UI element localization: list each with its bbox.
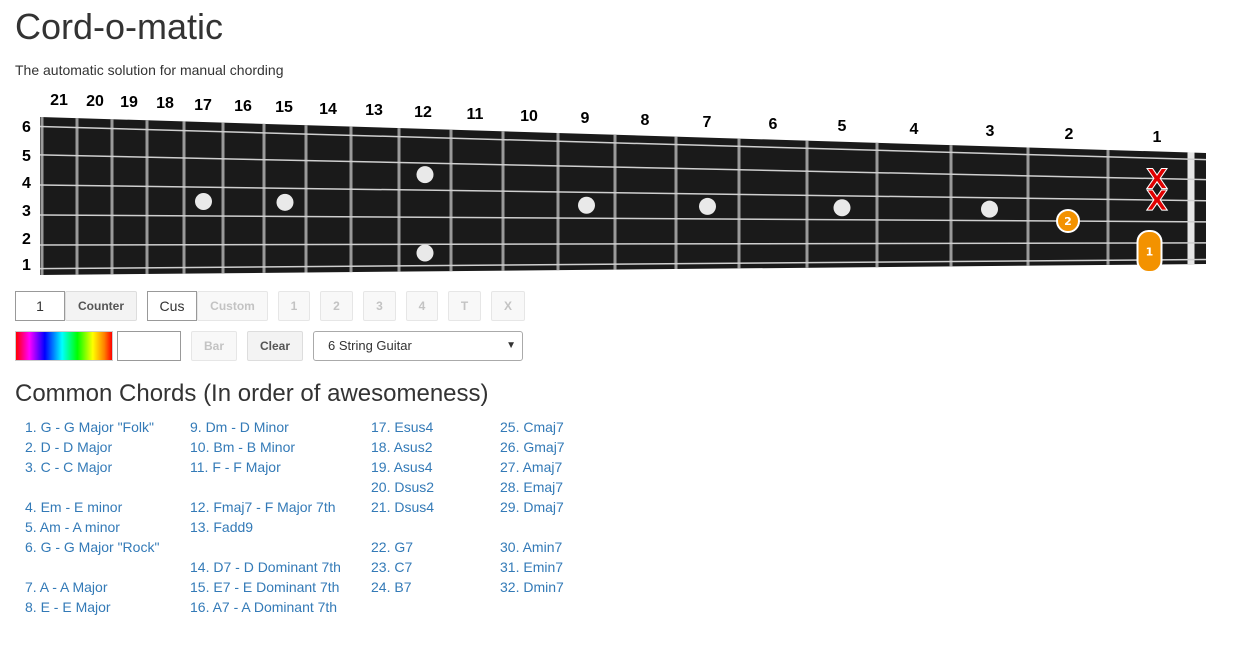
fret-inlay-dot (276, 193, 294, 211)
chord-link[interactable]: 32. Dmin7 (500, 577, 565, 597)
chord-link[interactable]: 4. Em - E minor (25, 497, 159, 517)
chord-list-spacer (190, 477, 341, 497)
chord-link[interactable]: 26. Gmaj7 (500, 437, 565, 457)
chord-link[interactable]: 9. Dm - D Minor (190, 417, 341, 437)
chord-link[interactable]: 25. Cmaj7 (500, 417, 565, 437)
fret-inlay-dot (578, 196, 595, 214)
chord-list-spacer (190, 537, 341, 557)
chord-link[interactable]: 22. G7 (371, 537, 434, 557)
finger-2-button[interactable]: 2 (320, 291, 353, 321)
chord-list-spacer (25, 557, 159, 577)
mute-button[interactable]: X (491, 291, 525, 321)
chords-column-1: 1. G - G Major "Folk" 2. D - D Major 3. C … (25, 417, 159, 617)
color-spectrum-picker[interactable] (15, 331, 113, 361)
chord-link[interactable]: 23. C7 (371, 557, 434, 577)
custom-input[interactable]: Cus (147, 291, 197, 321)
chord-link[interactable]: 3. C - C Major (25, 457, 159, 477)
fret-inlay-dot (981, 200, 998, 218)
fret-inlay-dot (416, 244, 434, 262)
chord-link[interactable]: 16. A7 - A Dominant 7th (190, 597, 341, 617)
chevron-down-icon: ▼ (506, 340, 516, 351)
chord-link[interactable]: 13. Fadd9 (190, 517, 341, 537)
common-chords-heading: Common Chords (In order of awesomeness) (15, 380, 489, 407)
thumb-button[interactable]: T (448, 291, 481, 321)
fret-inlay-dot (416, 166, 434, 184)
fret-inlay-dot (699, 197, 716, 215)
chord-link[interactable]: 10. Bm - B Minor (190, 437, 341, 457)
chord-link[interactable]: 1. G - G Major "Folk" (25, 417, 159, 437)
fret-inlay-dot (195, 193, 212, 211)
chord-link[interactable]: 8. E - E Major (25, 597, 159, 617)
bar-button[interactable]: Bar (191, 331, 237, 361)
instrument-select[interactable]: 6 String Guitar ▼ (313, 331, 523, 361)
chord-link[interactable]: 15. E7 - E Dominant 7th (190, 577, 341, 597)
chord-link[interactable]: 28. Emaj7 (500, 477, 565, 497)
chord-list-spacer (500, 517, 565, 537)
chord-link[interactable]: 27. Amaj7 (500, 457, 565, 477)
instrument-select-value: 6 String Guitar (328, 338, 412, 353)
chord-link[interactable]: 7. A - A Major (25, 577, 159, 597)
chord-link[interactable]: 24. B7 (371, 577, 434, 597)
chord-link[interactable]: 18. Asus2 (371, 437, 434, 457)
fretboard-body[interactable] (40, 117, 1206, 275)
clear-button[interactable]: Clear (247, 331, 303, 361)
chord-list-spacer (25, 477, 159, 497)
chord-link[interactable]: 14. D7 - D Dominant 7th (190, 557, 341, 577)
chord-link[interactable]: 31. Emin7 (500, 557, 565, 577)
chord-link[interactable]: 2. D - D Major (25, 437, 159, 457)
finger-4-button[interactable]: 4 (406, 291, 438, 321)
finger-marker[interactable]: 1 (1136, 230, 1163, 274)
chords-column-4: 25. Cmaj7 26. Gmaj7 27. Amaj7 28. Emaj7 29. … (500, 417, 565, 597)
custom-button[interactable]: Custom (197, 291, 268, 321)
chord-list-spacer (371, 517, 434, 537)
chord-link[interactable]: 30. Amin7 (500, 537, 565, 557)
chord-link[interactable]: 20. Dsus2 (371, 477, 434, 497)
counter-input[interactable]: 1 (15, 291, 65, 321)
chord-link[interactable]: 21. Dsus4 (371, 497, 434, 517)
finger-marker[interactable]: 2 (1056, 209, 1080, 234)
chord-link[interactable]: 29. Dmaj7 (500, 497, 565, 517)
chords-column-3: 17. Esus4 18. Asus2 19. Asus4 20. Dsus2 21. … (371, 417, 434, 597)
chord-link[interactable]: 11. F - F Major (190, 457, 341, 477)
finger-number: 2 (1064, 215, 1072, 228)
chord-link[interactable]: 12. Fmaj7 - F Major 7th (190, 497, 341, 517)
chords-column-2: 9. Dm - D Minor 10. Bm - B Minor 11. F - F… (190, 417, 341, 617)
fret-inlay-dot (833, 199, 851, 217)
counter-button[interactable]: Counter (65, 291, 137, 321)
chord-link[interactable]: 6. G - G Major "Rock" (25, 537, 159, 557)
chord-link[interactable]: 17. Esus4 (371, 417, 434, 437)
finger-1-button[interactable]: 1 (278, 291, 310, 321)
color-input[interactable] (117, 331, 181, 361)
muted-string-marker[interactable]: X (1146, 184, 1169, 218)
chord-link[interactable]: 5. Am - A minor (25, 517, 159, 537)
finger-3-button[interactable]: 3 (363, 291, 396, 321)
chord-link[interactable]: 19. Asus4 (371, 457, 434, 477)
fretboard[interactable]: XX21 (0, 0, 1241, 290)
finger-number: 1 (1146, 246, 1154, 259)
